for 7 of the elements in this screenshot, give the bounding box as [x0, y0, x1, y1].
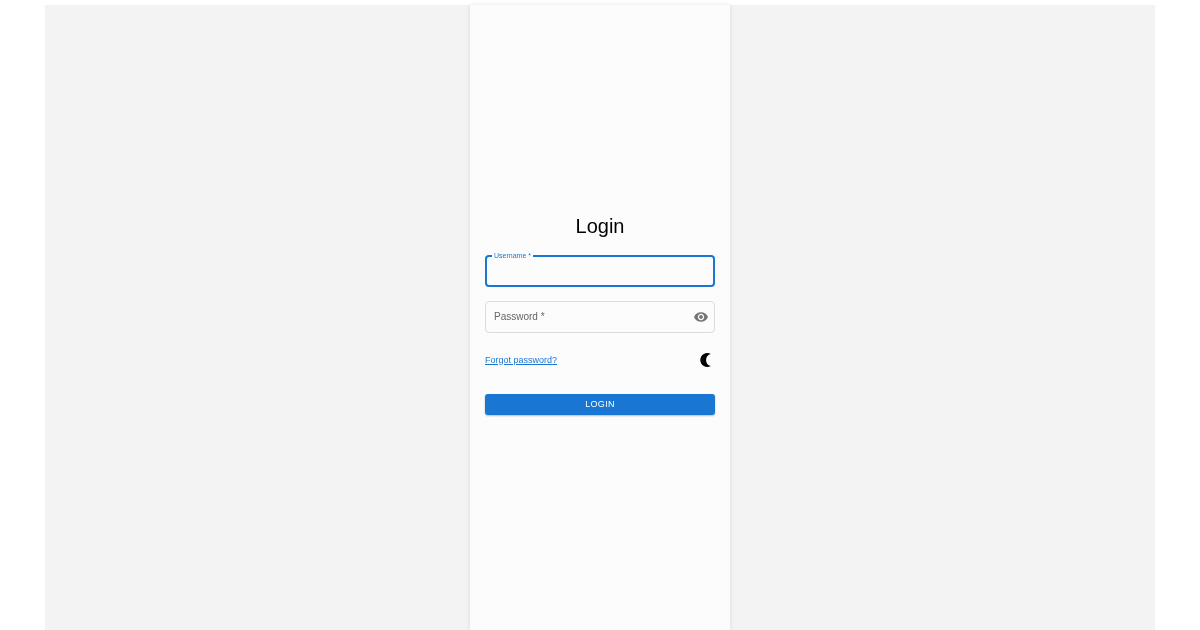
input-field[interactable]: Password *: [485, 301, 715, 333]
page-title: Login: [574, 214, 626, 239]
forgot-password-link[interactable]: Forgot password?: [485, 354, 558, 366]
eye-icon[interactable]: [694, 312, 708, 322]
field-label: Password *: [494, 311, 545, 323]
moon-icon[interactable]: [700, 353, 711, 367]
login-button[interactable]: LOGIN: [485, 394, 715, 415]
